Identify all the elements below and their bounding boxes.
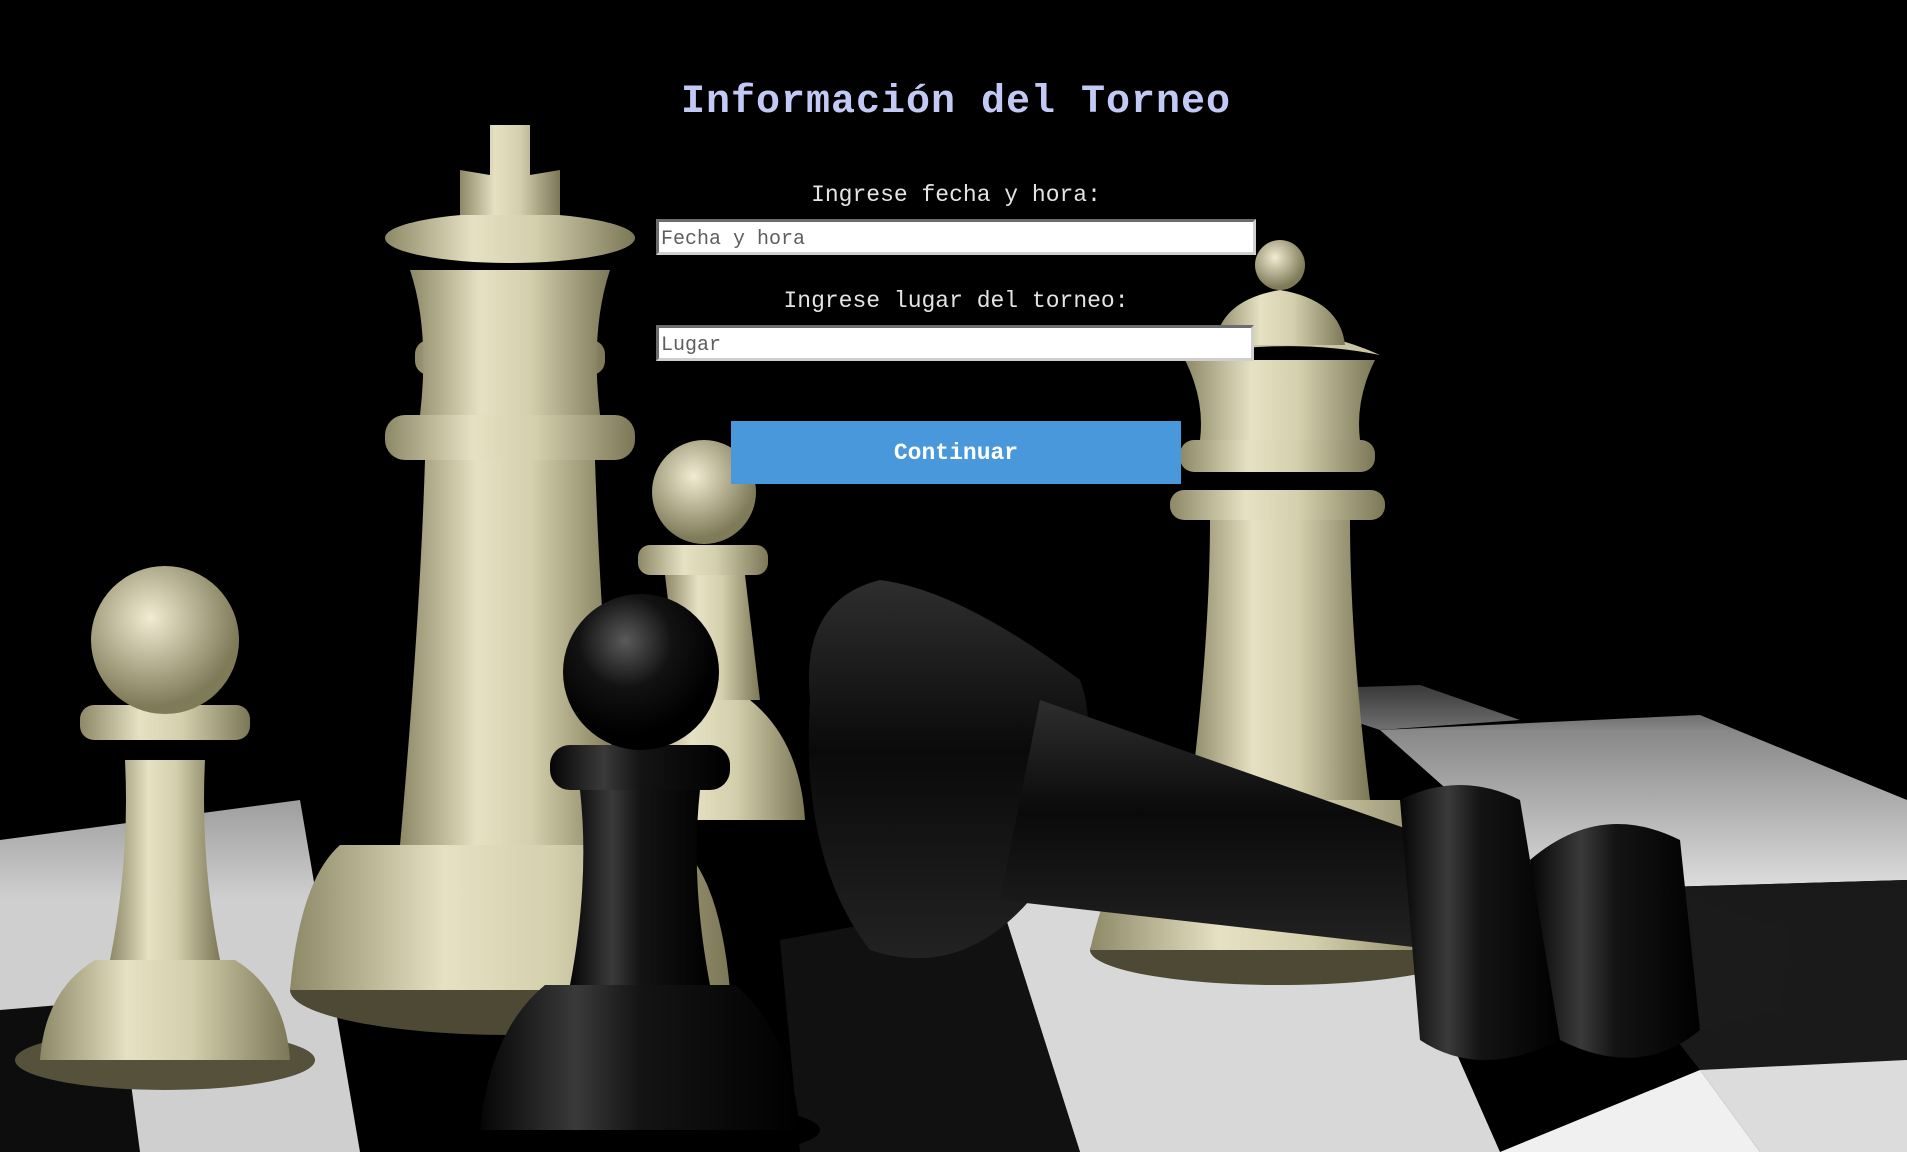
page-title: Información del Torneo [680,80,1232,125]
continue-button[interactable]: Continuar [731,421,1181,484]
date-time-input[interactable] [656,219,1256,255]
date-time-label: Ingrese fecha y hora: [811,182,1101,208]
place-input[interactable] [656,325,1254,361]
tournament-info-form: Información del Torneo Ingrese fecha y h… [0,0,1907,1152]
place-label: Ingrese lugar del torneo: [783,288,1129,314]
